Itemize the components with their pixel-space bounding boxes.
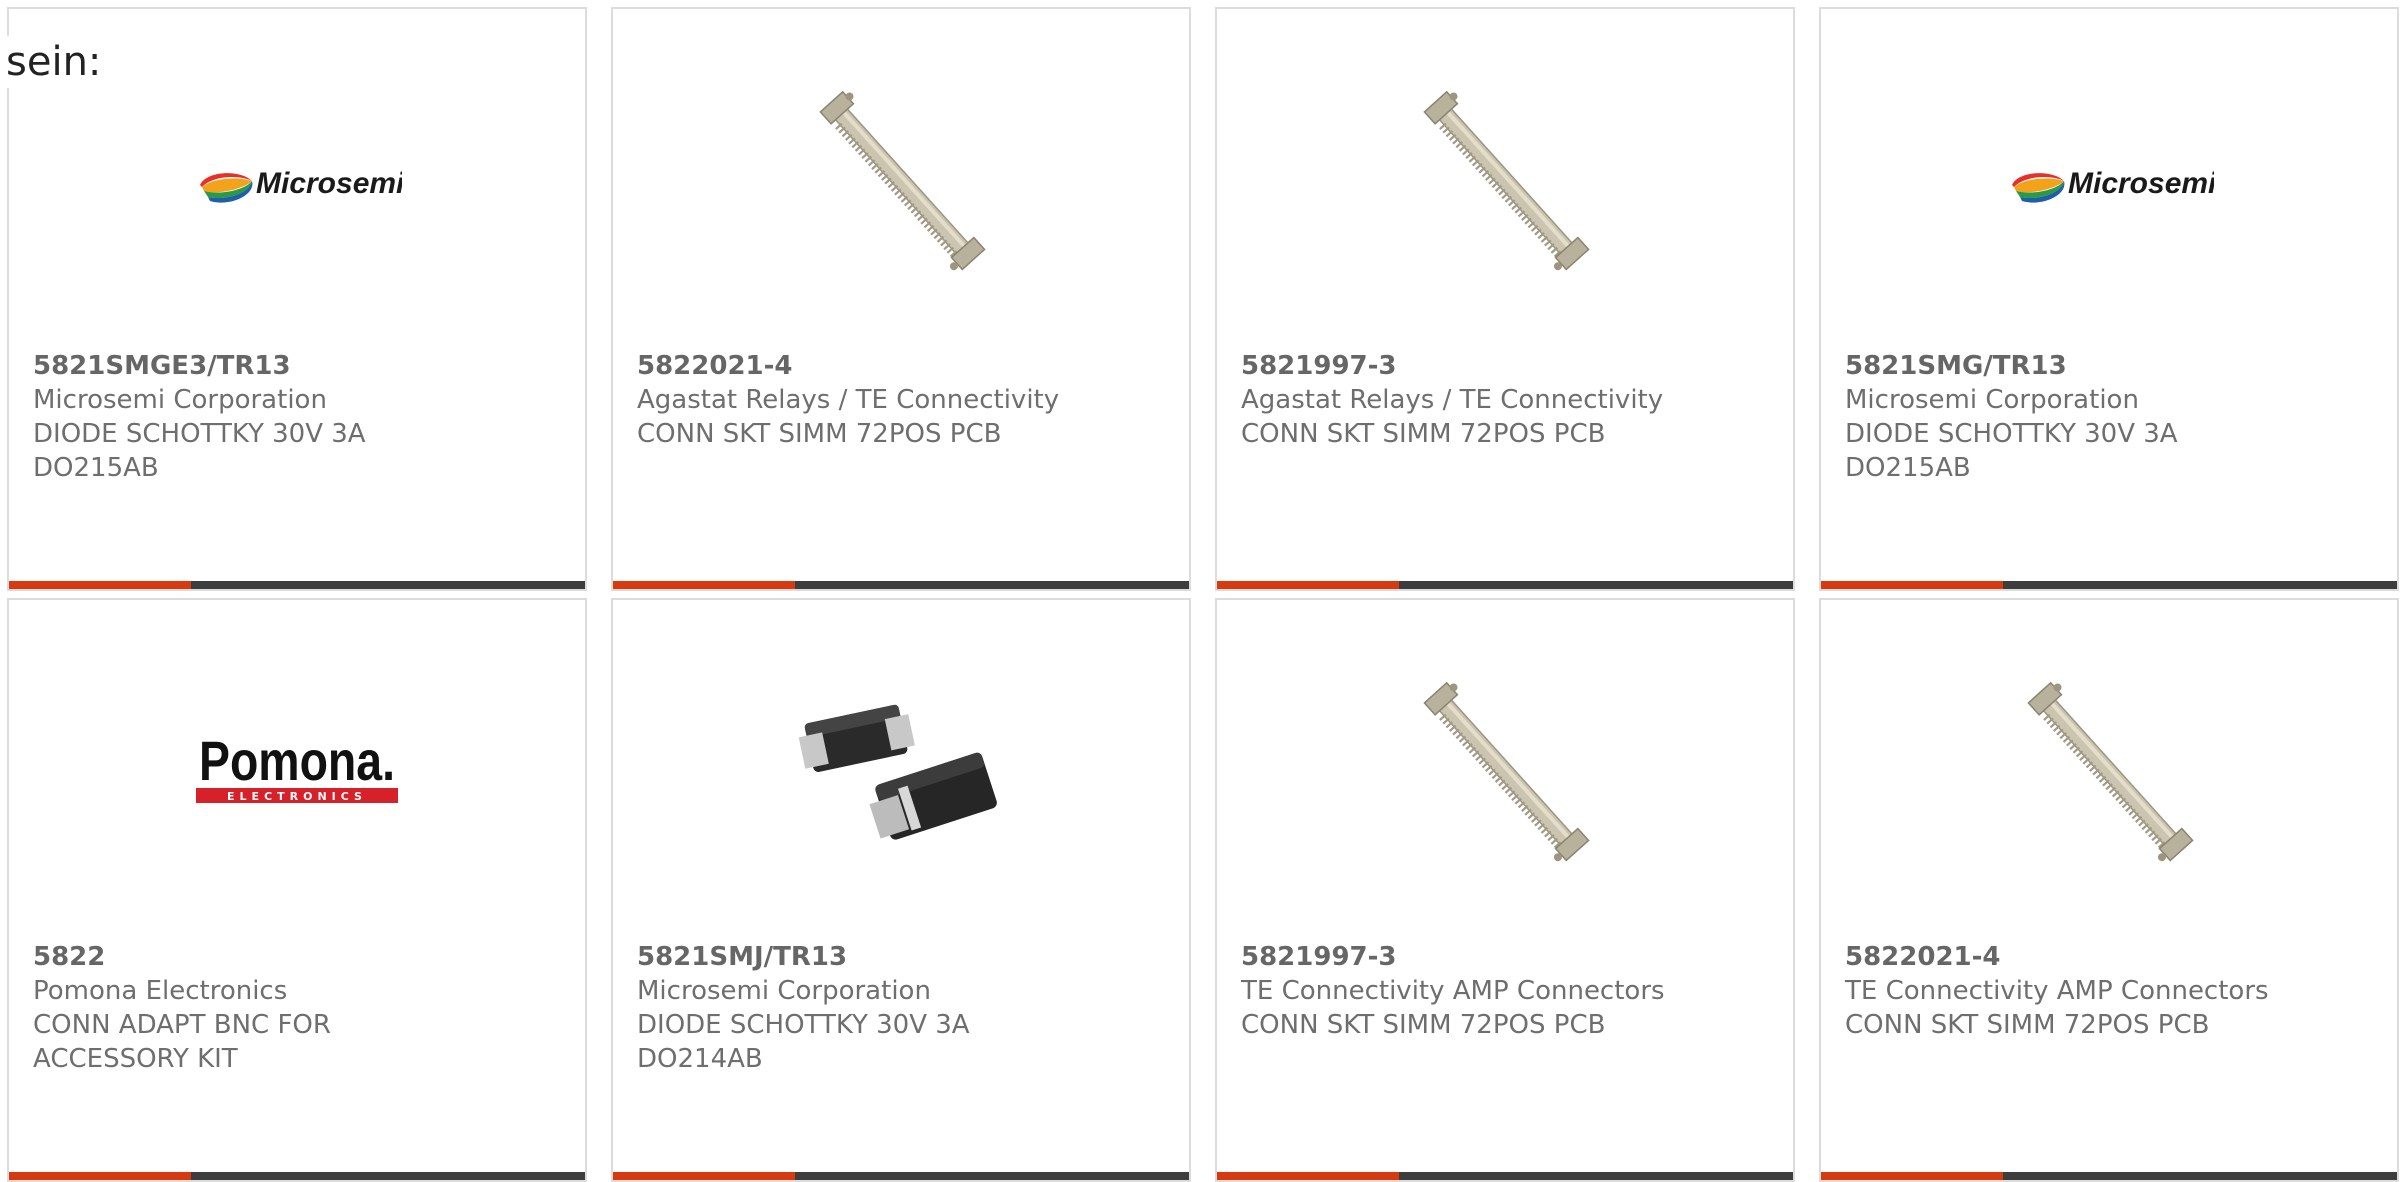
manufacturer: Agastat Relays / TE Connectivity (637, 385, 1060, 415)
microsemi-logo-graphic: Microsemi (2012, 167, 2214, 203)
manufacturer: Agastat Relays / TE Connectivity (1241, 385, 1664, 415)
description: CONN SKT SIMM 72POS PCB (1845, 1010, 2210, 1040)
card-accent-segment (9, 1172, 191, 1180)
part-number[interactable]: 5822021-4 (1845, 940, 2377, 974)
manufacturer: Microsemi Corporation (1845, 385, 2139, 415)
card-accent-bar (9, 581, 585, 589)
description: DIODE SCHOTTKY 30V 3A DO215AB (33, 419, 366, 483)
pomona-logo: Pomona. ELECTRONICS (192, 668, 402, 878)
product-grid: Microsemi 5821SMGE3/TR13 Microsemi Corpo… (7, 7, 2400, 1182)
manufacturer: Microsemi Corporation (33, 385, 327, 415)
microsemi-logo: Microsemi (192, 77, 402, 287)
card-accent-bar (9, 1172, 585, 1180)
card-accent-bar (1821, 1172, 2397, 1180)
card-accent-segment (1821, 581, 2003, 589)
page-label: sein: (6, 36, 102, 88)
product-info: 5821997-3 Agastat Relays / TE Connectivi… (1241, 349, 1773, 451)
card-accent-segment (1821, 1172, 2003, 1180)
simm-socket-graphic (1423, 681, 1590, 862)
product-card[interactable]: 5821SMJ/TR13 Microsemi Corporation DIODE… (611, 598, 1191, 1182)
product-info: 5822 Pomona Electronics CONN ADAPT BNC F… (33, 940, 565, 1076)
card-accent-bar (613, 581, 1189, 589)
description: DIODE SCHOTTKY 30V 3A DO215AB (1845, 419, 2178, 483)
manufacturer: TE Connectivity AMP Connectors (1845, 976, 2269, 1006)
card-accent-bar (1217, 581, 1793, 589)
part-number[interactable]: 5821SMG/TR13 (1845, 349, 2377, 383)
part-number[interactable]: 5821SMGE3/TR13 (33, 349, 565, 383)
product-info: 5821997-3 TE Connectivity AMP Connectors… (1241, 940, 1773, 1042)
product-info: 5822021-4 TE Connectivity AMP Connectors… (1845, 940, 2377, 1042)
simm-socket-graphic (819, 90, 986, 271)
product-card[interactable]: 5822021-4 Agastat Relays / TE Connectivi… (611, 7, 1191, 591)
product-card[interactable]: 5821997-3 Agastat Relays / TE Connectivi… (1215, 7, 1795, 591)
card-accent-bar (1217, 1172, 1793, 1180)
description: DIODE SCHOTTKY 30V 3A DO214AB (637, 1010, 970, 1074)
microsemi-logo-graphic: Microsemi (200, 167, 402, 203)
description: CONN SKT SIMM 72POS PCB (637, 419, 1002, 449)
product-card[interactable]: 5822021-4 TE Connectivity AMP Connectors… (1819, 598, 2399, 1182)
card-accent-segment (9, 581, 191, 589)
card-accent-bar (613, 1172, 1189, 1180)
part-number[interactable]: 5821997-3 (1241, 940, 1773, 974)
card-accent-segment (613, 581, 795, 589)
product-info: 5821SMJ/TR13 Microsemi Corporation DIODE… (637, 940, 1169, 1076)
card-accent-bar (1821, 581, 2397, 589)
logo-subtext: ELECTRONICS (227, 790, 367, 803)
card-accent-segment (613, 1172, 795, 1180)
part-number[interactable]: 5822 (33, 940, 565, 974)
simm-socket-image (1400, 77, 1610, 287)
manufacturer: Pomona Electronics (33, 976, 288, 1006)
part-number[interactable]: 5821SMJ/TR13 (637, 940, 1169, 974)
product-card[interactable]: Microsemi 5821SMG/TR13 Microsemi Corpora… (1819, 7, 2399, 591)
pomona-logo-graphic: Pomona.ELECTRONICS (196, 729, 398, 803)
simm-socket-image (796, 77, 1006, 287)
simm-socket-image (1400, 668, 1610, 878)
product-info: 5821SMG/TR13 Microsemi Corporation DIODE… (1845, 349, 2377, 485)
manufacturer: TE Connectivity AMP Connectors (1241, 976, 1665, 1006)
logo-text: Pomona. (199, 729, 395, 792)
microsemi-logo: Microsemi (2004, 77, 2214, 287)
logo-text: Microsemi (2068, 167, 2214, 200)
description: CONN ADAPT BNC FOR ACCESSORY KIT (33, 1010, 331, 1074)
description: CONN SKT SIMM 72POS PCB (1241, 1010, 1606, 1040)
card-accent-segment (1217, 1172, 1399, 1180)
product-card[interactable]: Pomona. ELECTRONICS 5822 Pomona Electroni… (7, 598, 587, 1182)
product-card[interactable]: Microsemi 5821SMGE3/TR13 Microsemi Corpo… (7, 7, 587, 591)
product-card[interactable]: 5821997-3 TE Connectivity AMP Connectors… (1215, 598, 1795, 1182)
simm-socket-graphic (1423, 90, 1590, 271)
card-accent-segment (1217, 581, 1399, 589)
simm-socket-graphic (2027, 681, 2194, 862)
part-number[interactable]: 5822021-4 (637, 349, 1169, 383)
logo-text: Microsemi (256, 167, 402, 200)
description: CONN SKT SIMM 72POS PCB (1241, 419, 1606, 449)
simm-socket-image (2004, 668, 2214, 878)
manufacturer: Microsemi Corporation (637, 976, 931, 1006)
product-info: 5822021-4 Agastat Relays / TE Connectivi… (637, 349, 1169, 451)
part-number[interactable]: 5821997-3 (1241, 349, 1773, 383)
smd-diode-graphic (798, 704, 997, 840)
smd-diode-image (796, 668, 1006, 878)
product-info: 5821SMGE3/TR13 Microsemi Corporation DIO… (33, 349, 565, 485)
